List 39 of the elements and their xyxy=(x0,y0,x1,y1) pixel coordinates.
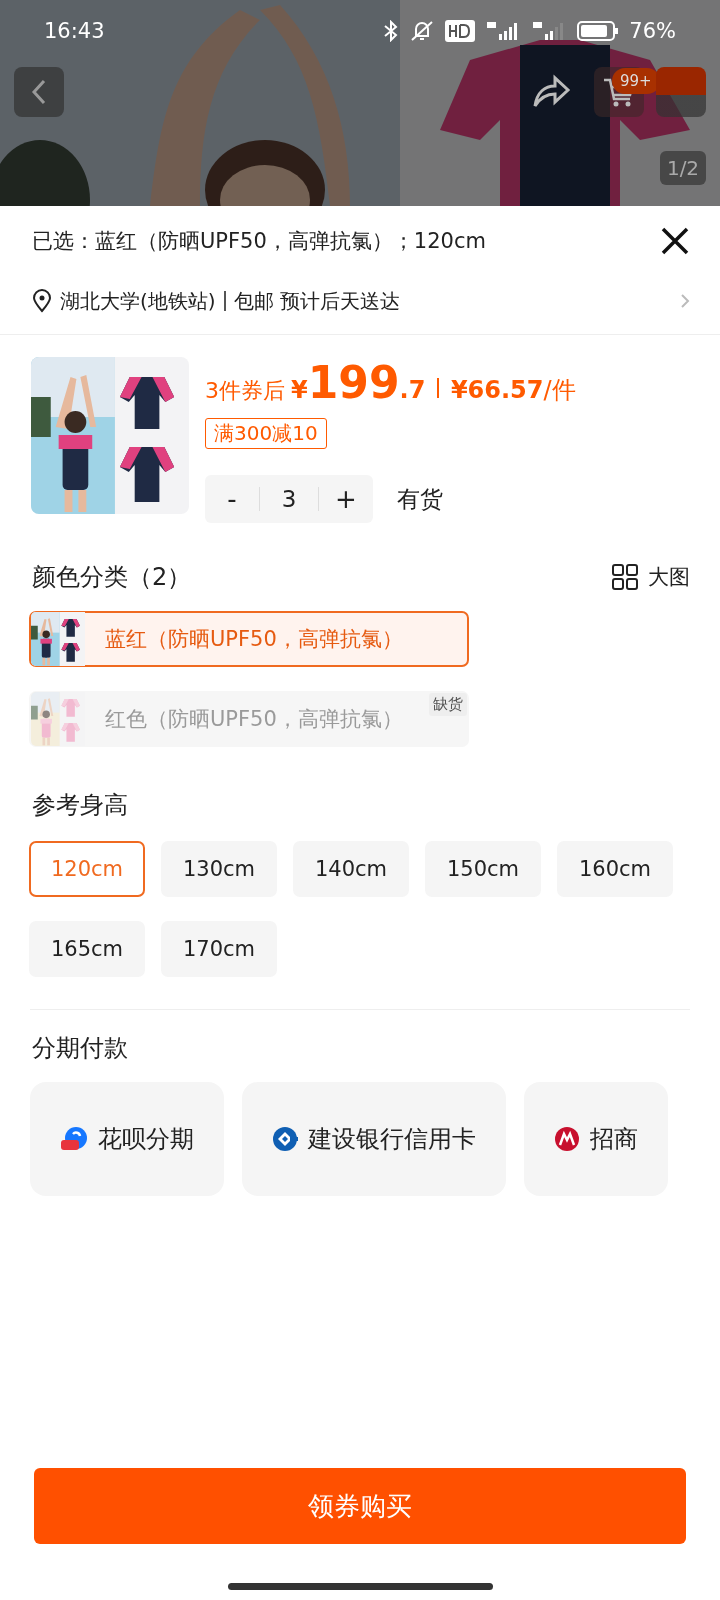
size-option[interactable]: 140cm xyxy=(293,841,409,897)
close-icon[interactable] xyxy=(660,226,690,256)
size-option[interactable]: 170cm xyxy=(161,921,277,977)
coupon-price: ¥199.7 xyxy=(291,357,426,408)
coupon-tag: 满300减10 xyxy=(205,418,327,449)
installment-option[interactable]: 花呗分期 xyxy=(30,1082,224,1196)
section-title: 分期付款 xyxy=(32,1033,129,1064)
installment-option[interactable]: 建设银行信用卡 xyxy=(242,1082,506,1196)
section-title: 参考身高 xyxy=(32,790,129,821)
bluetooth-icon xyxy=(383,20,400,42)
battery-icon xyxy=(577,20,620,42)
large-view-toggle[interactable]: 大图 xyxy=(648,563,690,591)
size-option[interactable]: 165cm xyxy=(29,921,145,977)
out-of-stock-badge: 缺货 xyxy=(429,693,467,716)
grid-icon[interactable] xyxy=(612,564,638,590)
size-option[interactable]: 150cm xyxy=(425,841,541,897)
back-button[interactable] xyxy=(14,67,64,117)
stock-status: 有货 xyxy=(397,484,443,514)
delivery-location[interactable]: 湖北大学(地铁站) xyxy=(60,287,216,315)
wallet-badge-icon xyxy=(60,1126,88,1152)
bank-logo-icon xyxy=(272,1126,298,1152)
battery-level: 76% xyxy=(629,19,676,43)
section-title: 颜色分类（2） xyxy=(32,562,193,593)
bank-logo-icon xyxy=(554,1126,580,1152)
hd-icon xyxy=(445,20,476,42)
size-option[interactable]: 160cm xyxy=(557,841,673,897)
decrease-button[interactable]: - xyxy=(205,475,259,523)
selected-summary: 已选：蓝红（防晒UPF50，高弹抗氯）；120cm xyxy=(32,228,487,255)
location-pin-icon xyxy=(32,289,52,313)
share-icon xyxy=(531,74,571,110)
page-indicator: 1/2 xyxy=(660,151,706,185)
unit-price: ¥66.57/件 xyxy=(450,375,576,406)
increase-button[interactable]: + xyxy=(319,475,373,523)
size-option[interactable]: 130cm xyxy=(161,841,277,897)
installment-option[interactable]: 招商 xyxy=(524,1082,668,1196)
status-time: 16:43 xyxy=(44,19,105,43)
quantity-value: 3 xyxy=(259,487,319,511)
price-label: 3件券后 xyxy=(205,377,285,405)
shipping-estimate: 包邮 预计后天送达 xyxy=(233,287,401,315)
